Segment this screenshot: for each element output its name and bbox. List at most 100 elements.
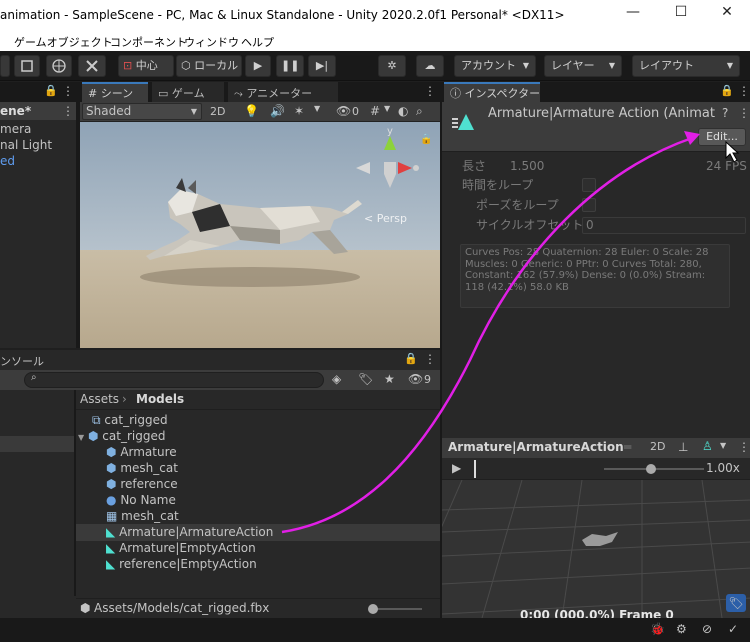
filter-type-icon[interactable]: ◈ [332,372,341,386]
close-button[interactable]: ✕ [712,4,742,26]
drag-handle-icon[interactable]: ═ [624,440,631,454]
pause-button[interactable]: ❚❚ [276,55,304,77]
check-icon[interactable]: ✓ [728,622,738,636]
rect-tool-icon[interactable] [14,55,40,77]
layout-dropdown[interactable]: レイアウト ▼ [632,55,740,77]
bug-icon[interactable]: 🐞 [650,622,665,636]
lock-icon[interactable]: 🔒 [44,84,58,97]
effects-icon[interactable]: ✶ [294,104,304,118]
avatar-icon[interactable]: ♙ [702,439,713,453]
more-icon[interactable]: ⋮ [738,106,750,120]
account-dropdown[interactable]: アカウント ▼ [454,55,536,77]
tab-animator-label: アニメーター [246,87,313,100]
hidden-objects-icon[interactable]: 👁 [336,104,351,118]
shading-dropdown[interactable]: Shaded ▼ [82,103,202,120]
lock-icon[interactable]: 🔒 [720,84,734,97]
list-item[interactable]: ⧉ cat_rigged [92,412,168,428]
audio-icon[interactable]: 🔊 [270,104,285,118]
search-icon[interactable]: ⌕ [416,104,423,119]
grid-icon[interactable]: # [370,104,380,118]
lock-icon[interactable]: 🔒 [420,133,432,145]
hidden-packages-icon[interactable]: 👁 [408,372,423,386]
compile-icon[interactable]: ⚙ [676,622,687,636]
mode-2d-toggle[interactable]: 2D [210,105,225,118]
icon-size-slider[interactable] [372,608,422,610]
more-icon[interactable]: ⋮ [738,440,750,454]
preview-viewport[interactable]: 0:00 (000.0%) Frame 0 🏷 [442,480,750,618]
menu-window[interactable]: ウィンドウ [184,34,239,50]
transform-tool-icon[interactable] [46,55,72,77]
more-icon[interactable]: ⋮ [738,84,750,98]
list-item-selected[interactable]: ◣ Armature|ArmatureAction [76,524,440,541]
icon-size-handle[interactable] [368,604,378,614]
edit-button[interactable]: Edit... [698,128,746,146]
tab-game[interactable]: ▭ ゲーム [152,82,224,102]
menu-component[interactable]: コンポーネント [110,34,187,50]
tab-console[interactable]: ンソール [0,353,44,369]
more-icon[interactable]: ⋮ [424,84,436,98]
lighting-icon[interactable]: 💡 [244,104,259,118]
chevron-right-icon: › [122,392,127,406]
list-item[interactable]: ▼ ⬢ cat_rigged [78,428,165,444]
list-item[interactable]: ⬢ reference [106,476,178,492]
lock-icon[interactable]: 🔒 [404,352,418,365]
menu-gameobject[interactable]: ゲームオブジェクト [14,34,113,50]
play-button[interactable]: ▶ [452,461,461,475]
loop-time-checkbox[interactable] [582,178,596,192]
more-icon[interactable]: ⋮ [62,104,74,118]
favorite-icon[interactable]: ★ [384,372,395,386]
speed-handle[interactable] [646,464,656,474]
menu-help[interactable]: ヘルプ [241,34,274,50]
scene-row[interactable]: ene* ⋮ [0,102,76,120]
collab-icon[interactable]: ✲ [378,55,406,77]
tab-animator[interactable]: ⤳ アニメーター [228,82,338,102]
tool-edge[interactable] [0,55,10,77]
tab-scene[interactable]: # シーン [82,82,148,102]
minimize-button[interactable]: — [618,4,648,26]
maximize-button[interactable]: ☐ [666,4,696,26]
more-icon[interactable]: ⋮ [424,352,436,366]
scene-viewport[interactable]: y < Persp 🔒 [80,122,440,348]
list-item[interactable]: ▦ mesh_cat [106,508,179,524]
chevron-down-icon[interactable]: ▼ [720,441,726,450]
model-icon: ⬢ [87,429,99,443]
cycle-offset-field[interactable]: 0 [582,217,746,234]
layers-dropdown[interactable]: レイヤー ▼ [544,55,622,77]
tab-inspector[interactable]: ⓘ インスペクター [444,82,540,102]
folder-tree-selected[interactable] [0,436,74,452]
pivot-icon[interactable]: ⊥ [678,440,688,454]
no-entry-icon[interactable]: ⊘ [702,622,712,636]
list-item[interactable]: ● No Name [106,492,176,508]
pivot-toggle[interactable]: ⊡ 中心 [118,55,174,77]
hierarchy-item[interactable]: mera [0,121,31,137]
chevron-down-icon[interactable]: ▼ [314,104,320,113]
more-icon[interactable]: ⋮ [62,84,74,98]
breadcrumb-models[interactable]: Models [136,392,184,406]
filter-label-icon[interactable]: 🏷 [358,372,373,386]
chevron-down-icon[interactable]: ▼ [384,104,390,113]
cube-icon: ⬢ [106,445,117,459]
play-button[interactable]: ▶ [245,55,271,77]
mode-2d-toggle[interactable]: 2D [650,440,665,453]
tools-icon[interactable] [78,55,106,77]
search-input[interactable]: ⌕ [24,372,324,388]
cloud-icon[interactable]: ☁ [416,55,444,77]
step-button[interactable]: ▶| [308,55,336,77]
gizmos-icon[interactable]: ◐ [398,104,408,118]
persp-label[interactable]: < Persp [364,212,407,225]
loop-pose-checkbox[interactable] [582,198,596,212]
timeline-cursor[interactable] [474,460,476,478]
hierarchy-item[interactable]: nal Light [0,137,52,153]
list-item[interactable]: ◣ Armature|EmptyAction [106,540,256,556]
menu-bar: ゲームオブジェクト コンポーネント ウィンドウ ヘルプ [0,31,750,51]
list-item[interactable]: ⬢ Armature [106,444,177,460]
global-toggle[interactable]: ⬡ ローカル [176,55,242,77]
hierarchy-item[interactable]: ed [0,153,15,169]
breadcrumb-assets[interactable]: Assets [80,392,119,406]
tag-icon[interactable]: 🏷 [726,594,746,612]
list-item[interactable]: ◣ reference|EmptyAction [106,556,257,572]
list-item[interactable]: ⬢ mesh_cat [106,460,178,476]
chevron-down-icon: ▼ [190,107,197,116]
list-item-label: Armature [120,445,177,459]
help-icon[interactable]: ? [722,106,728,120]
